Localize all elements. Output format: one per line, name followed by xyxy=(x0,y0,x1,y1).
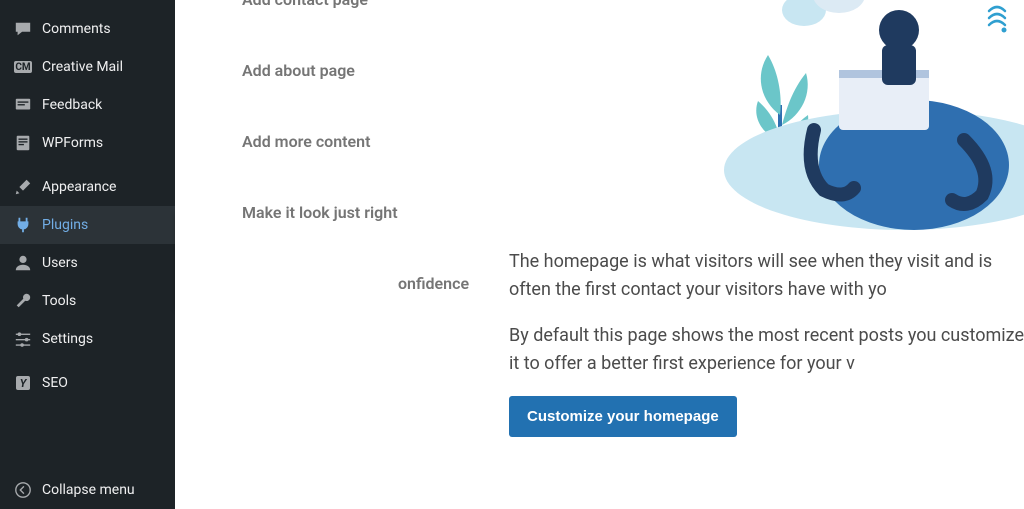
task-make-right[interactable]: Make it look just right xyxy=(215,187,535,258)
yoast-icon: Y xyxy=(14,374,32,392)
sidebar-item-tools[interactable]: Tools xyxy=(0,282,175,320)
person-illustration xyxy=(684,0,1024,230)
main-content: Add contact page Add about page Add more… xyxy=(175,0,1024,509)
sidebar-label: Comments xyxy=(42,21,111,37)
sidebar-label: Users xyxy=(42,255,78,271)
sidebar-item-settings[interactable]: Settings xyxy=(0,320,175,358)
plug-icon xyxy=(14,216,32,234)
homepage-p1: The homepage is what visitors will see w… xyxy=(509,248,1024,304)
sidebar-label: Settings xyxy=(42,331,93,347)
sidebar-label: Collapse menu xyxy=(42,482,135,498)
sidebar-item-wpforms[interactable]: WPForms xyxy=(0,124,175,162)
sidebar-item-users[interactable]: Users xyxy=(0,244,175,282)
brush-icon xyxy=(14,178,32,196)
sidebar-item-appearance[interactable]: Appearance xyxy=(0,168,175,206)
homepage-text: The homepage is what visitors will see w… xyxy=(509,248,1024,437)
sidebar-label: Appearance xyxy=(42,179,116,195)
sidebar-item-comments[interactable]: Comments xyxy=(0,10,175,48)
sidebar-label: Creative Mail xyxy=(42,59,123,75)
feedback-icon xyxy=(14,96,32,114)
sidebar-label: Plugins xyxy=(42,217,88,233)
admin-sidebar: Comments CM Creative Mail Feedback WPFor… xyxy=(0,0,175,509)
collapse-icon xyxy=(14,481,32,499)
sidebar-label: WPForms xyxy=(42,135,103,151)
sidebar-item-seo[interactable]: Y SEO xyxy=(0,364,175,402)
homepage-p2: By default this page shows the most rece… xyxy=(509,322,1024,378)
customize-homepage-button[interactable]: Customize your homepage xyxy=(509,396,737,437)
task-add-about[interactable]: Add about page xyxy=(215,45,535,116)
task-add-content[interactable]: Add more content xyxy=(215,116,535,187)
creativemail-icon: CM xyxy=(14,58,32,76)
sidebar-item-feedback[interactable]: Feedback xyxy=(0,86,175,124)
wpforms-icon xyxy=(14,134,32,152)
sidebar-item-creative-mail[interactable]: CM Creative Mail xyxy=(0,48,175,86)
sliders-icon xyxy=(14,330,32,348)
wrench-icon xyxy=(14,292,32,310)
collapse-menu[interactable]: Collapse menu xyxy=(0,471,175,509)
user-icon xyxy=(14,254,32,272)
sidebar-label: Tools xyxy=(42,293,76,309)
sidebar-item-plugins[interactable]: Plugins xyxy=(0,206,175,244)
comment-icon xyxy=(14,20,32,38)
task-add-contact[interactable]: Add contact page xyxy=(215,0,535,45)
task-list: Add contact page Add about page Add more… xyxy=(215,0,535,329)
sidebar-label: SEO xyxy=(42,375,68,391)
task-confidence[interactable]: onfidence xyxy=(215,258,535,329)
sidebar-label: Feedback xyxy=(42,97,102,113)
